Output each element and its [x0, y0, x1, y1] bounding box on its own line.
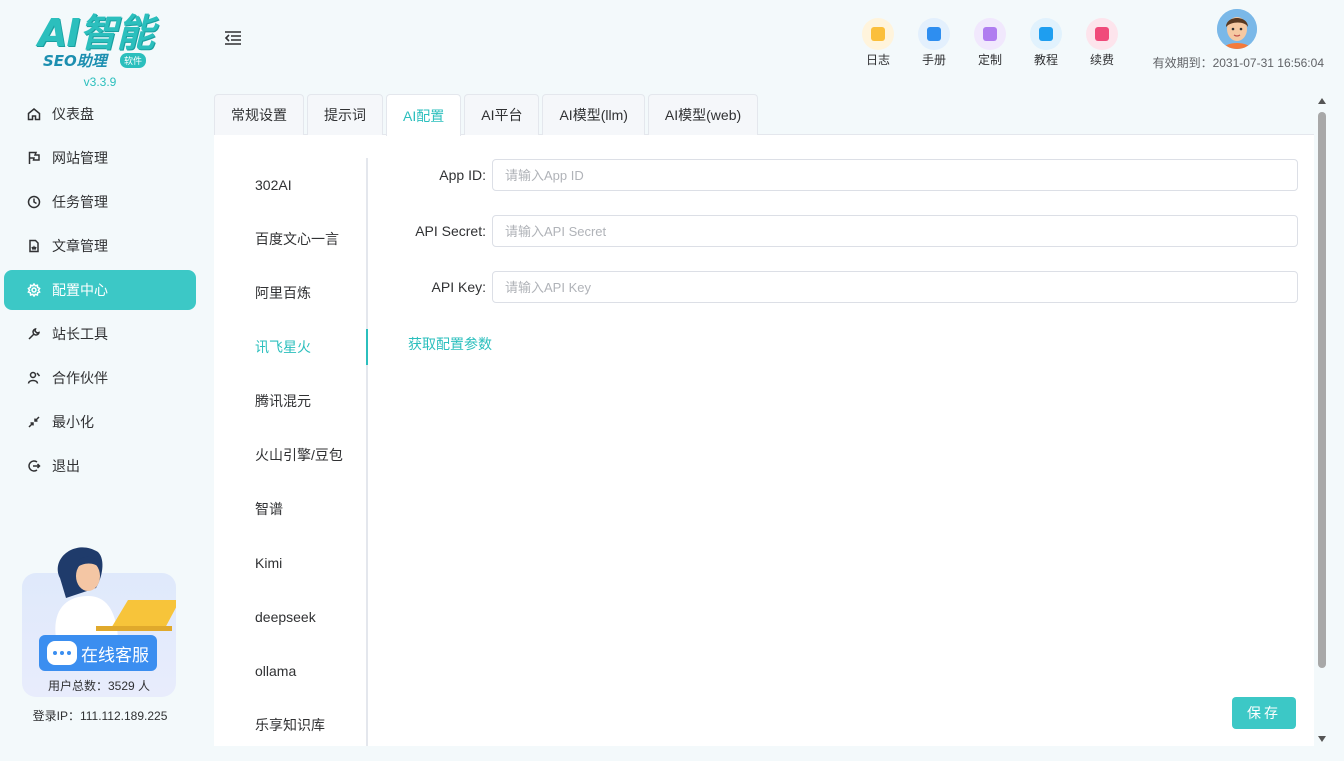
online-support-label: 在线客服 — [81, 645, 149, 665]
total-users: 用户总数：3529 人 — [47, 679, 151, 693]
document-icon — [26, 238, 42, 254]
tool-label: 定制 — [977, 53, 1002, 67]
api-key-input[interactable] — [492, 271, 1298, 303]
custom-icon — [974, 18, 1006, 50]
online-support-button[interactable]: 在线客服 — [39, 635, 157, 671]
sidebar-item-partners[interactable]: 合作伙伴 — [4, 358, 196, 398]
provider-item[interactable]: 火山引擎/豆包 — [214, 428, 366, 482]
renew-icon — [1086, 18, 1118, 50]
tab-ai-config[interactable]: AI配置 — [386, 94, 462, 136]
renew-button[interactable]: 续费 — [1074, 18, 1130, 68]
logo-text: AI智能 — [38, 11, 155, 55]
provider-item[interactable]: 百度文心一言 — [214, 212, 366, 266]
tutorial-button[interactable]: 教程 — [1018, 18, 1074, 68]
scroll-down-arrow-icon[interactable] — [1318, 736, 1326, 742]
tool-label: 日志 — [865, 53, 890, 67]
sidebar-item-label: 站长工具 — [52, 326, 108, 342]
tab-general[interactable]: 常规设置 — [214, 94, 304, 135]
tool-label: 教程 — [1033, 53, 1058, 67]
app-id-input[interactable] — [492, 159, 1298, 191]
support-illustration — [55, 547, 176, 638]
provider-list: 302AI 百度文心一言 阿里百炼 讯飞星火 腾讯混元 火山引擎/豆包 智谱 K… — [214, 158, 368, 746]
custom-button[interactable]: 定制 — [962, 18, 1018, 68]
support-promo-card: 在线客服 用户总数：3529 人 — [22, 547, 176, 697]
api-secret-input[interactable] — [492, 215, 1298, 247]
tab-prompts[interactable]: 提示词 — [307, 94, 383, 135]
provider-item[interactable]: 乐享知识库 — [214, 698, 366, 752]
logout-icon — [26, 458, 42, 474]
save-button[interactable]: 保存 — [1232, 697, 1296, 729]
api-secret-row: API Secret: — [368, 215, 1298, 247]
login-ip: 登录IP：111.112.189.225 — [32, 709, 168, 723]
logo-subtext: SEO助理 — [43, 52, 107, 70]
provider-item[interactable]: 腾讯混元 — [214, 374, 366, 428]
main-panel: 常规设置 提示词 AI配置 AI平台 AI模型(llm) AI模型(web) 3… — [214, 94, 1314, 746]
header-tools: 日志 手册 定制 教程 续费 — [850, 18, 1130, 68]
sidebar-item-logout[interactable]: 退出 — [4, 446, 196, 486]
tab-ai-model-llm[interactable]: AI模型(llm) — [542, 94, 645, 135]
sidebar-item-tools[interactable]: 站长工具 — [4, 314, 196, 354]
sidebar-item-label: 配置中心 — [52, 282, 108, 298]
api-secret-label: API Secret: — [415, 223, 486, 239]
main-scrollbar[interactable] — [1316, 94, 1328, 746]
sidebar-item-label: 仪表盘 — [52, 106, 94, 122]
sidebar-item-minimize[interactable]: 最小化 — [4, 402, 196, 442]
api-key-label: API Key: — [431, 279, 486, 295]
sidebar-item-label: 合作伙伴 — [52, 370, 108, 386]
tool-label: 手册 — [921, 53, 946, 67]
sidebar-menu: 仪表盘 网站管理 任务管理 文章管理 配置中心 站长工具 合作伙伴 最小化 退出 — [4, 94, 196, 490]
user-avatar[interactable] — [1217, 9, 1257, 49]
manual-icon — [918, 18, 950, 50]
partner-icon — [26, 370, 42, 386]
sidebar-item-label: 网站管理 — [52, 150, 108, 166]
scroll-thumb[interactable] — [1318, 112, 1326, 668]
app-logo: AI智能 SEO助理 软件 — [38, 14, 162, 70]
app-id-row: App ID: — [368, 159, 1298, 191]
sidebar: AI智能 SEO助理 软件 v3.3.9 仪表盘 网站管理 任务管理 文章管理 … — [0, 0, 200, 761]
avatar-icon — [1217, 9, 1257, 49]
sidebar-item-sites[interactable]: 网站管理 — [4, 138, 196, 178]
gear-icon — [26, 282, 42, 298]
sidebar-item-label: 最小化 — [52, 414, 94, 430]
app-id-label: App ID: — [439, 167, 486, 183]
sidebar-item-articles[interactable]: 文章管理 — [4, 226, 196, 266]
sidebar-item-config[interactable]: 配置中心 — [4, 270, 196, 310]
collapse-menu-icon[interactable] — [224, 30, 242, 46]
provider-item[interactable]: 302AI — [214, 158, 366, 212]
provider-item-active[interactable]: 讯飞星火 — [214, 320, 368, 374]
provider-item[interactable]: Kimi — [214, 536, 366, 590]
provider-item[interactable]: ollama — [214, 644, 366, 698]
tab-ai-model-web[interactable]: AI模型(web) — [647, 94, 759, 135]
get-config-params-link[interactable]: 获取配置参数 — [408, 334, 492, 354]
manual-button[interactable]: 手册 — [906, 18, 962, 68]
flag-icon — [26, 150, 42, 166]
tutorial-icon — [1030, 18, 1062, 50]
minimize-icon — [26, 414, 42, 430]
logo-badge: 软件 — [120, 53, 147, 68]
sidebar-item-label: 退出 — [52, 458, 80, 474]
provider-item[interactable]: 智谱 — [214, 482, 366, 536]
sidebar-item-tasks[interactable]: 任务管理 — [4, 182, 196, 222]
tool-label: 续费 — [1089, 53, 1114, 67]
api-key-row: API Key: — [368, 271, 1298, 303]
expiry-date: 有效期到：2031-07-31 16:56:04 — [1152, 56, 1324, 70]
sidebar-item-label: 文章管理 — [52, 238, 108, 254]
sidebar-item-label: 任务管理 — [52, 194, 108, 210]
scroll-up-arrow-icon[interactable] — [1318, 98, 1326, 104]
tab-ai-platform[interactable]: AI平台 — [464, 94, 540, 135]
chat-icon — [47, 641, 77, 665]
home-icon — [26, 106, 42, 122]
provider-item[interactable]: 阿里百炼 — [214, 266, 366, 320]
sidebar-item-dashboard[interactable]: 仪表盘 — [4, 94, 196, 134]
log-button[interactable]: 日志 — [850, 18, 906, 68]
settings-tabs: 常规设置 提示词 AI配置 AI平台 AI模型(llm) AI模型(web) — [214, 94, 1314, 136]
app-version: v3.3.9 — [83, 75, 117, 89]
log-icon — [862, 18, 894, 50]
provider-item[interactable]: deepseek — [214, 590, 366, 644]
clock-icon — [26, 194, 42, 210]
wrench-icon — [26, 326, 42, 342]
